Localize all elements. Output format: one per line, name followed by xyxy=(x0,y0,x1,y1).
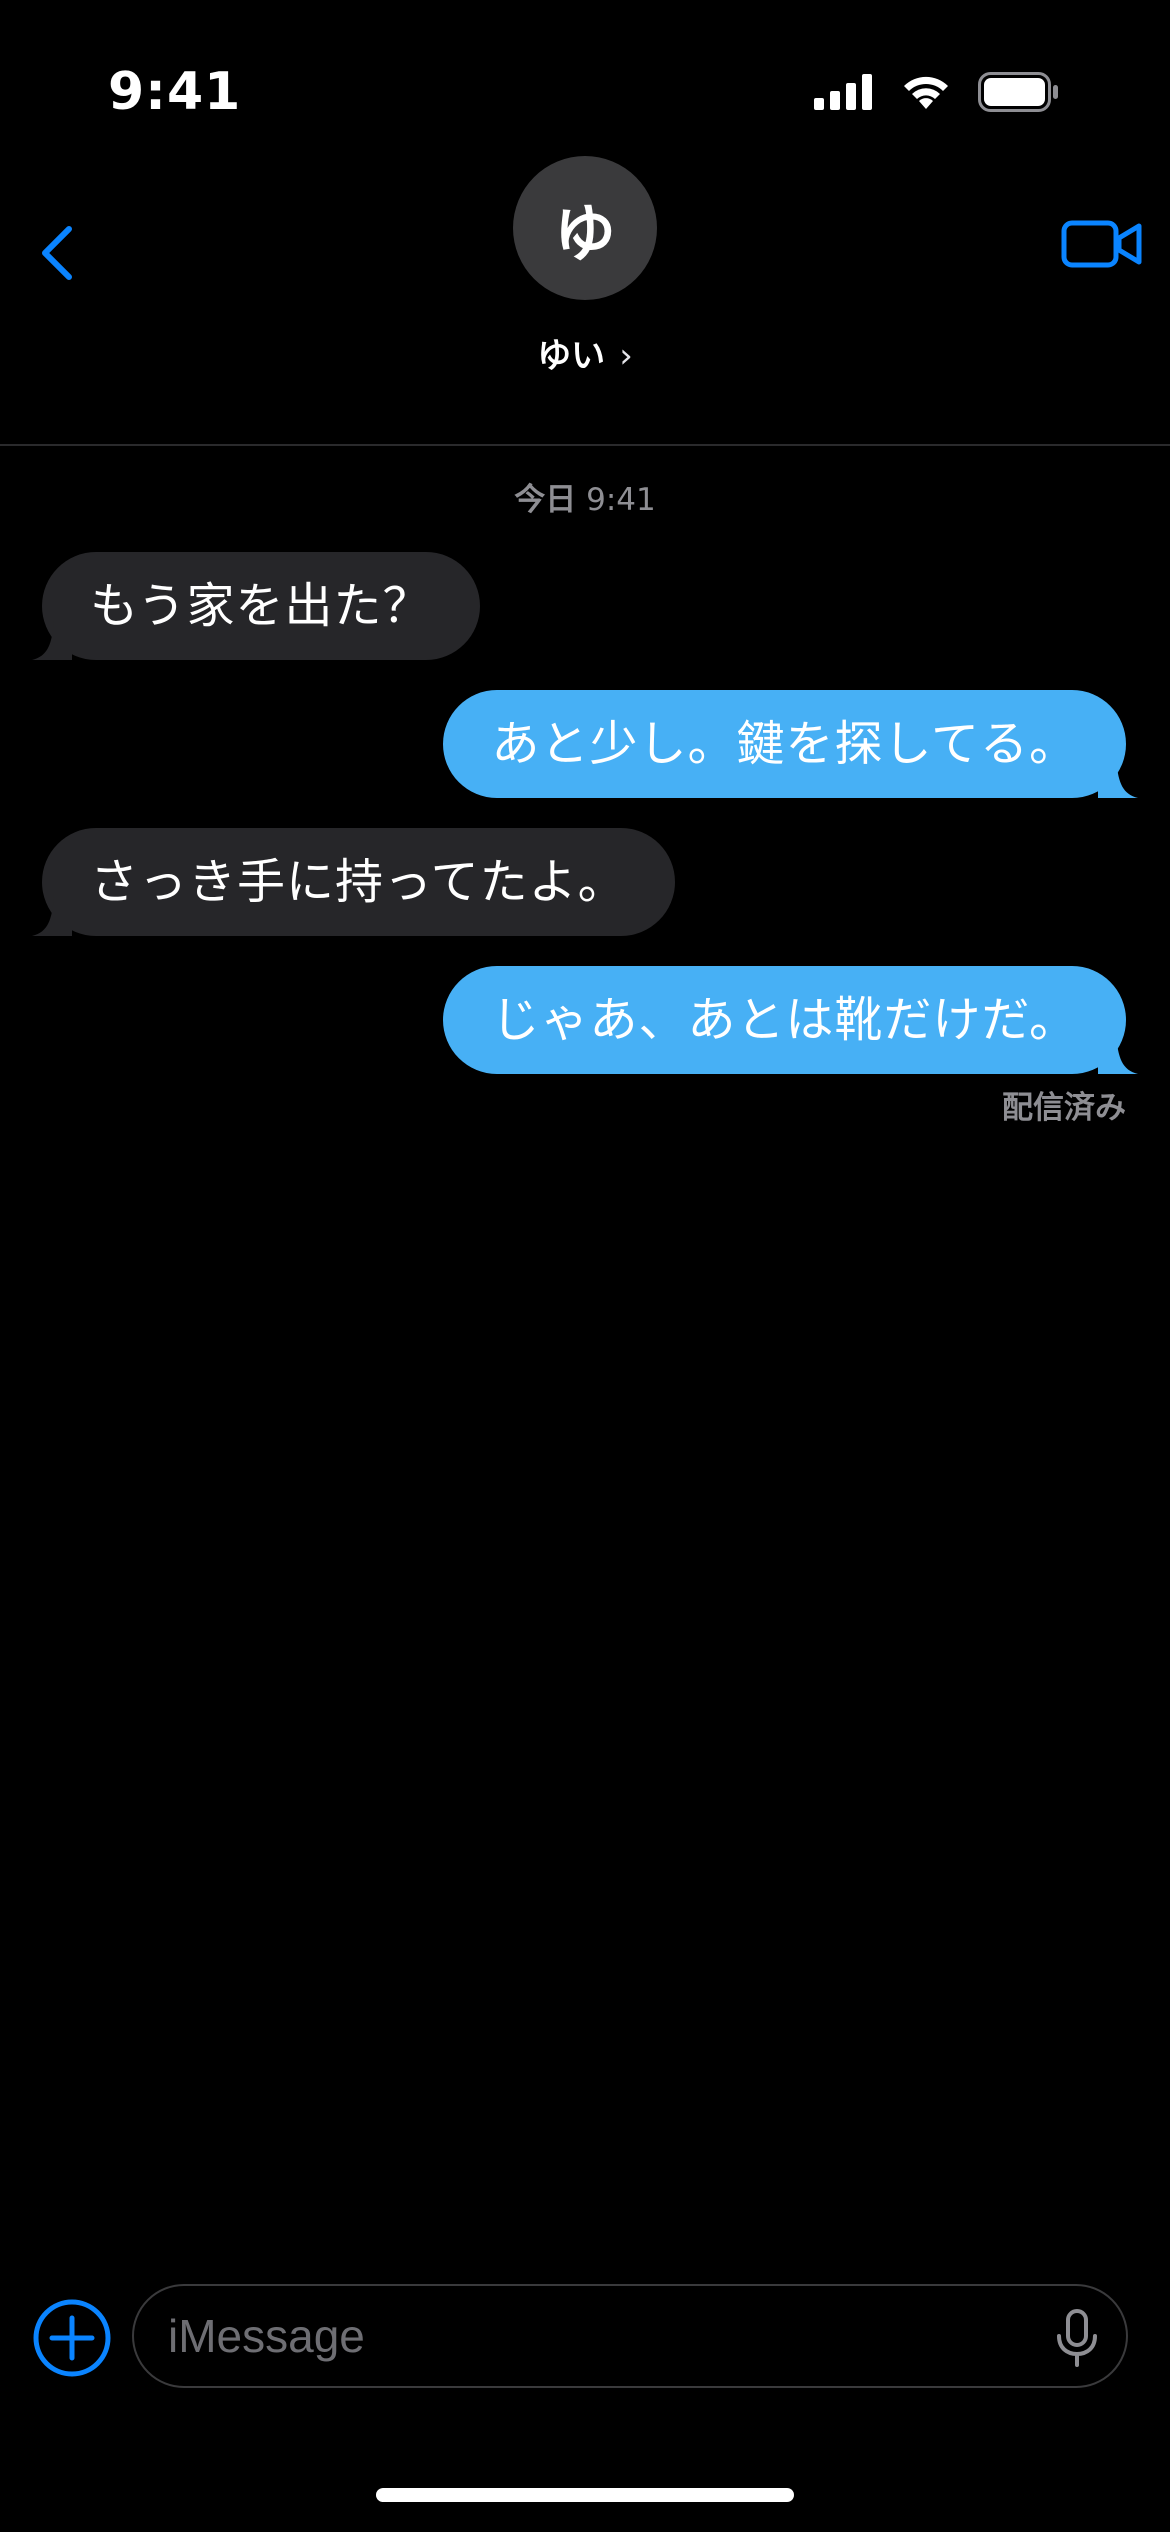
apps-plus-button[interactable] xyxy=(32,2298,112,2378)
imessage-input[interactable] xyxy=(168,2309,1028,2363)
status-bar: 9:41 xyxy=(0,0,1170,150)
incoming-message-bubble[interactable]: もう家を出た？ xyxy=(32,552,480,660)
thread-timestamp: 今日 9:41 xyxy=(0,474,1170,519)
message-composer xyxy=(0,2284,1170,2388)
message-text: じゃあ、あとは靴だけだ。 xyxy=(491,992,1078,1048)
timestamp-time: 9:41 xyxy=(586,482,656,518)
microphone-icon[interactable] xyxy=(1052,2308,1102,2368)
bubble-tail xyxy=(32,896,72,936)
delivered-status: 配信済み xyxy=(1002,1090,1126,1126)
back-button[interactable] xyxy=(32,218,82,288)
video-camera-icon xyxy=(1061,220,1142,268)
chevron-right-icon: › xyxy=(619,336,633,376)
bubble-tail xyxy=(32,620,72,660)
message-text: もう家を出た？ xyxy=(90,578,432,634)
bubble-tail xyxy=(1098,1034,1138,1074)
avatar-initial: ゆ xyxy=(553,197,616,270)
contact-name-button[interactable]: ゆい › xyxy=(0,328,1170,377)
battery-icon xyxy=(978,72,1058,112)
chevron-left-icon xyxy=(42,226,72,280)
bubble-tail xyxy=(1098,758,1138,798)
message-text: さっき手に持ってたよ。 xyxy=(90,854,627,910)
cellular-signal-icon xyxy=(814,74,872,110)
outgoing-message-bubble[interactable]: あと少し。鍵を探してる。 xyxy=(443,690,1138,798)
incoming-message-bubble[interactable]: さっき手に持ってたよ。 xyxy=(32,828,675,936)
timestamp-day: 今日 xyxy=(514,482,577,518)
home-indicator[interactable] xyxy=(376,2488,794,2502)
contact-avatar[interactable]: ゆ xyxy=(513,156,657,300)
plus-circle-icon xyxy=(33,2299,111,2377)
conversation-header: ゆ ゆい › xyxy=(0,150,1170,446)
status-time: 9:41 xyxy=(108,62,242,122)
outgoing-message-bubble[interactable]: じゃあ、あとは靴だけだ。 xyxy=(443,966,1138,1074)
message-text: あと少し。鍵を探してる。 xyxy=(491,716,1078,772)
imessage-input-container[interactable] xyxy=(132,2284,1128,2388)
status-icons xyxy=(814,72,1060,112)
wifi-icon xyxy=(904,76,948,109)
contact-name: ゆい xyxy=(537,336,606,376)
facetime-video-button[interactable] xyxy=(1060,214,1144,274)
